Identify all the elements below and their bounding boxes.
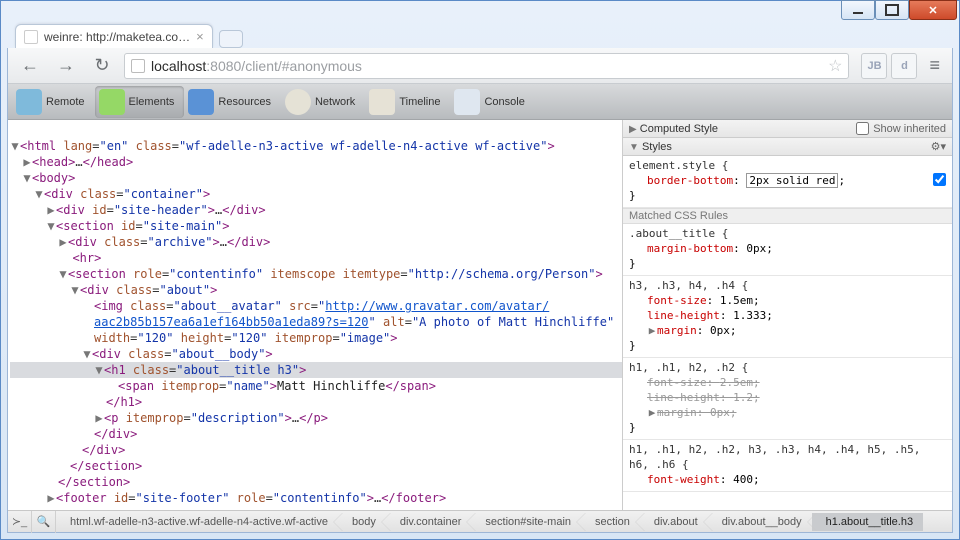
disclosure-triangle-icon[interactable]: ▼ xyxy=(22,170,32,186)
bookmark-star-icon[interactable]: ☆ xyxy=(828,56,842,76)
url-text: localhost:8080/client/#anonymous xyxy=(151,58,822,74)
disclosure-triangle-icon[interactable]: ▼ xyxy=(82,346,92,362)
tab-resources[interactable]: Resources xyxy=(184,86,281,118)
tab-title: weinre: http://maketea.co… xyxy=(44,30,190,44)
gear-icon[interactable]: ⚙▾ xyxy=(931,140,946,153)
window-titlebar: ✕ xyxy=(1,1,959,24)
address-bar[interactable]: localhost:8080/client/#anonymous ☆ xyxy=(124,53,849,79)
tab-network[interactable]: Network xyxy=(281,86,365,118)
breadcrumb-item[interactable]: section xyxy=(581,513,640,531)
tab-elements[interactable]: Elements xyxy=(95,86,185,118)
forward-button[interactable]: → xyxy=(52,52,80,80)
disclosure-triangle-icon[interactable]: ▶ xyxy=(46,490,56,506)
breadcrumb-item[interactable]: h1.about__title.h3 xyxy=(812,513,923,531)
console-toggle-button[interactable]: ≻_ xyxy=(8,511,32,533)
elements-icon xyxy=(99,89,125,115)
style-property-toggle[interactable] xyxy=(933,173,946,186)
reload-button[interactable]: ↻ xyxy=(88,52,116,80)
back-button[interactable]: ← xyxy=(16,52,44,80)
style-rule[interactable]: element.style {border-bottom: 2px solid … xyxy=(623,156,952,208)
style-rule[interactable]: h1, .h1, h2, .h2, h3, .h3, h4, .h4, h5, … xyxy=(623,440,952,492)
style-rule[interactable]: .about__title {margin-bottom: 0px;} xyxy=(623,224,952,276)
tab-console[interactable]: Console xyxy=(450,86,534,118)
disclosure-triangle-icon[interactable]: ▼ xyxy=(46,218,56,234)
arrow-right-icon: → xyxy=(57,55,75,76)
style-rule[interactable]: h1, .h1, h2, .h2 {font-size: 2.5em;line-… xyxy=(623,358,952,440)
resources-icon xyxy=(188,89,214,115)
matched-rules-header: Matched CSS Rules xyxy=(623,208,952,224)
disclosure-triangle-icon[interactable]: ▼ xyxy=(94,362,104,378)
window-minimize-button[interactable] xyxy=(841,0,875,20)
browser-menu-button[interactable]: ≡ xyxy=(925,55,944,76)
tab-close-icon[interactable]: × xyxy=(196,29,204,44)
styles-body[interactable]: element.style {border-bottom: 2px solid … xyxy=(623,156,952,510)
disclosure-triangle-icon[interactable]: ▶ xyxy=(94,410,104,426)
tab-remote[interactable]: Remote xyxy=(12,86,95,118)
disclosure-triangle-icon[interactable]: ▼ xyxy=(10,138,20,154)
tab-timeline[interactable]: Timeline xyxy=(365,86,450,118)
devtools-tabbar: Remote Elements Resources Network Timeli… xyxy=(8,84,952,120)
show-inherited-toggle[interactable]: Show inherited xyxy=(856,122,946,135)
extension-button-1[interactable]: JB xyxy=(861,53,887,79)
breadcrumb-item[interactable]: div.about__body xyxy=(708,513,812,531)
browser-toolbar: ← → ↻ localhost:8080/client/#anonymous ☆… xyxy=(8,48,952,84)
computed-style-header[interactable]: ▶ Computed Style Show inherited xyxy=(623,120,952,138)
breadcrumb-item[interactable]: div.container xyxy=(386,513,472,531)
network-icon xyxy=(285,89,311,115)
arrow-left-icon: ← xyxy=(21,55,39,76)
breadcrumb-item[interactable]: html.wf-adelle-n3-active.wf-adelle-n4-ac… xyxy=(56,513,338,531)
disclosure-triangle-icon[interactable]: ▼ xyxy=(34,186,44,202)
console-icon xyxy=(454,89,480,115)
timeline-icon xyxy=(369,89,395,115)
styles-panel: ▶ Computed Style Show inherited ▼ Styles… xyxy=(622,120,952,510)
breadcrumb-item[interactable]: section#site-main xyxy=(471,513,581,531)
reload-icon: ↻ xyxy=(94,55,109,76)
favicon-icon xyxy=(24,30,38,44)
devtools-statusbar: ≻_ 🔍 html.wf-adelle-n3-active.wf-adelle-… xyxy=(8,510,952,532)
styles-section-header[interactable]: ▼ Styles ⚙▾ xyxy=(623,138,952,156)
disclosure-triangle-icon[interactable]: ▶ xyxy=(46,202,56,218)
disclosure-triangle-icon[interactable]: ▼ xyxy=(70,282,80,298)
style-rule[interactable]: h3, .h3, h4, .h4 {font-size: 1.5em;line-… xyxy=(623,276,952,358)
disclosure-triangle-icon[interactable]: ▼ xyxy=(58,266,68,282)
browser-tab[interactable]: weinre: http://maketea.co… × xyxy=(15,24,213,48)
inspect-search-button[interactable]: 🔍 xyxy=(32,511,56,533)
breadcrumb: html.wf-adelle-n3-active.wf-adelle-n4-ac… xyxy=(56,513,952,531)
dom-tree-panel[interactable]: ▼<html lang="en" class="wf-adelle-n3-act… xyxy=(8,120,622,510)
remote-icon xyxy=(16,89,42,115)
window-maximize-button[interactable] xyxy=(875,0,909,20)
browser-tabstrip: weinre: http://maketea.co… × xyxy=(1,24,959,48)
disclosure-triangle-icon[interactable]: ▶ xyxy=(22,154,32,170)
site-info-icon[interactable] xyxy=(131,59,145,73)
chevron-down-icon: ▼ xyxy=(629,142,639,153)
extension-button-2[interactable]: d xyxy=(891,53,917,79)
disclosure-triangle-icon[interactable]: ▶ xyxy=(58,234,68,250)
window-close-button[interactable]: ✕ xyxy=(909,0,957,20)
new-tab-button[interactable] xyxy=(219,30,243,48)
breadcrumb-item[interactable]: div.about xyxy=(640,513,708,531)
chevron-right-icon: ▶ xyxy=(629,124,637,135)
breadcrumb-item[interactable]: body xyxy=(338,513,386,531)
